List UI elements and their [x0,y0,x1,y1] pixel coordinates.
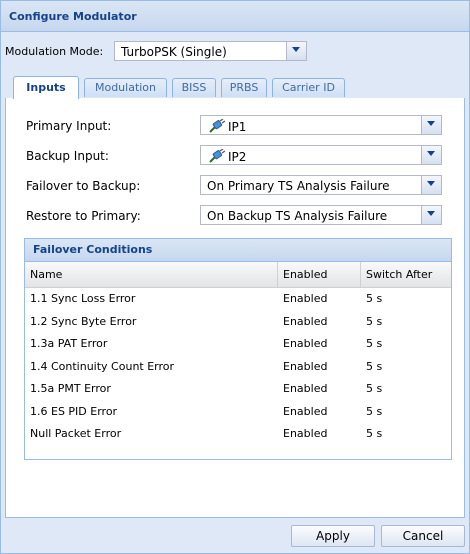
modulation-mode-select[interactable]: TurboPSK (Single) [114,41,307,61]
table-row[interactable]: 1.6 ES PID Error Enabled 5 s [25,401,451,424]
plug-icon [209,119,225,133]
failover-conditions-grid: Failover Conditions Name Enabled Switch … [24,238,452,460]
chevron-down-icon[interactable] [286,42,306,60]
inputs-panel: Primary Input: IP1 Backup Input: IP2 Fai… [5,98,465,518]
cancel-button[interactable]: Cancel [381,525,465,547]
row-enabled: Enabled [283,382,328,395]
failover-to-backup-label: Failover to Backup: [26,179,141,193]
column-header-switch-after[interactable]: Switch After [361,262,453,287]
failover-to-backup-select[interactable]: On Primary TS Analysis Failure [200,175,442,195]
column-header-enabled[interactable]: Enabled [278,262,361,287]
tab-strip: Inputs Modulation BISS PRBS Carrier ID [5,74,465,99]
row-switch-after: 5 s [366,337,383,350]
row-name: 1.3a PAT Error [30,337,108,350]
row-name: 1.4 Continuity Count Error [30,359,175,373]
row-switch-after: 5 s [366,404,383,418]
table-row[interactable]: 1.3a PAT Error Enabled 5 s [25,333,451,356]
tab-inputs[interactable]: Inputs [13,76,79,99]
tab-modulation[interactable]: Modulation [84,78,167,97]
row-enabled: Enabled [283,314,328,328]
row-enabled: Enabled [283,337,328,350]
modulation-mode-value: TurboPSK (Single) [121,45,227,59]
row-enabled: Enabled [283,292,328,305]
table-row[interactable]: Null Packet Error Enabled 5 s [25,423,451,446]
row-name: 1.5a PMT Error [30,382,111,395]
primary-input-select[interactable]: IP1 [200,115,442,135]
row-enabled: Enabled [283,359,328,373]
row-name: 1.1 Sync Loss Error [30,292,136,305]
tab-prbs[interactable]: PRBS [221,78,267,97]
row-switch-after: 5 s [366,314,383,328]
row-name: 1.2 Sync Byte Error [30,314,137,328]
window-title-bar: Configure Modulator [1,1,469,32]
failover-to-backup-value: On Primary TS Analysis Failure [207,179,390,193]
modulation-mode-label: Modulation Mode: [5,45,104,58]
column-header-name[interactable]: Name [25,262,278,287]
row-enabled: Enabled [283,427,328,440]
chevron-down-icon[interactable] [421,206,441,224]
configure-modulator-window: Configure Modulator Modulation Mode: Tur… [0,0,470,554]
chevron-down-icon[interactable] [421,116,441,134]
table-row[interactable]: 1.4 Continuity Count Error Enabled 5 s [25,356,451,379]
grid-header: Name Enabled Switch After [25,262,451,288]
tab-biss[interactable]: BISS [172,78,216,97]
row-switch-after: 5 s [366,292,383,305]
row-switch-after: 5 s [366,359,383,373]
backup-input-label: Backup Input: [26,149,109,163]
table-row[interactable]: 1.5a PMT Error Enabled 5 s [25,378,451,401]
row-switch-after: 5 s [366,382,383,395]
plug-icon [209,149,225,163]
backup-input-select[interactable]: IP2 [200,145,442,165]
window-title: Configure Modulator [9,10,137,23]
restore-to-primary-select[interactable]: On Backup TS Analysis Failure [200,205,442,225]
tab-carrier-id[interactable]: Carrier ID [272,78,345,97]
apply-button[interactable]: Apply [291,525,375,547]
primary-input-label: Primary Input: [26,119,112,133]
row-enabled: Enabled [283,404,328,418]
chevron-down-icon[interactable] [421,176,441,194]
row-name: Null Packet Error [30,427,122,440]
dialog-footer: Apply Cancel [1,518,469,553]
restore-to-primary-value: On Backup TS Analysis Failure [207,209,388,223]
table-row[interactable]: 1.2 Sync Byte Error Enabled 5 s [25,311,451,334]
failover-conditions-title: Failover Conditions [25,239,451,262]
restore-to-primary-label: Restore to Primary: [26,209,141,223]
backup-input-value: IP2 [228,150,247,164]
primary-input-value: IP1 [228,120,247,134]
chevron-down-icon[interactable] [421,146,441,164]
row-name: 1.6 ES PID Error [30,404,118,418]
table-row[interactable]: 1.1 Sync Loss Error Enabled 5 s [25,288,451,311]
row-switch-after: 5 s [366,427,383,440]
